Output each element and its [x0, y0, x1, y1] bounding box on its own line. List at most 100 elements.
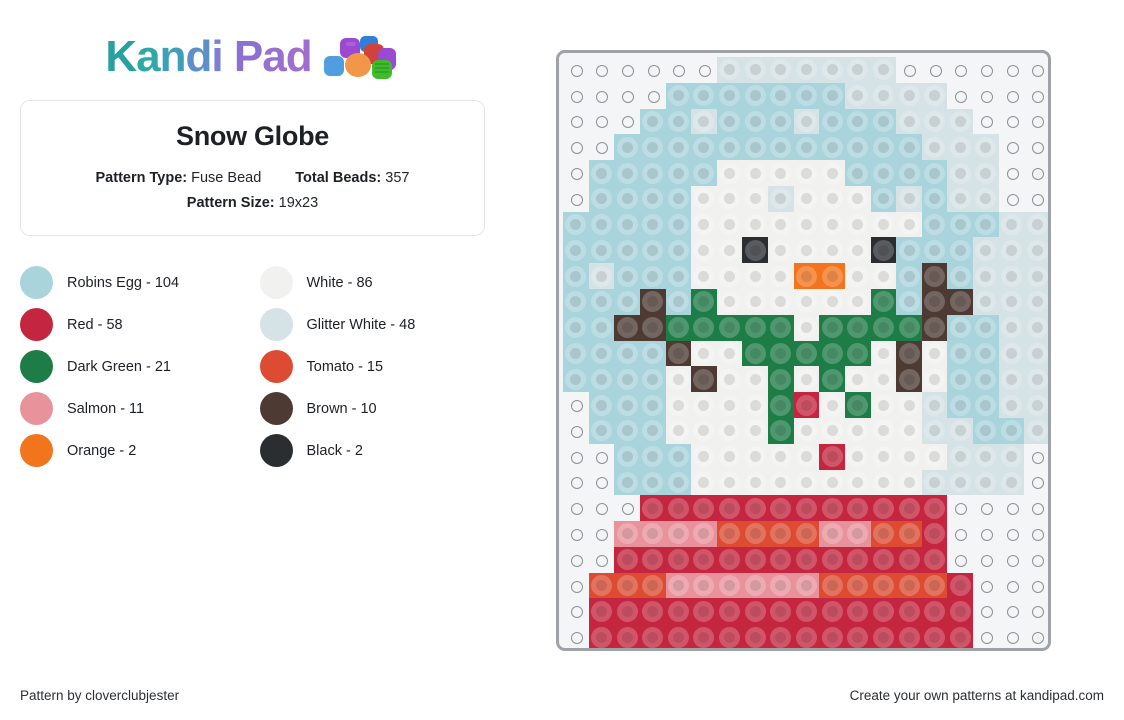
bead-cell[interactable] — [793, 289, 820, 315]
bead-cell-empty[interactable] — [563, 160, 589, 186]
bead-cell[interactable] — [870, 108, 897, 135]
bead-cell[interactable] — [896, 108, 922, 135]
bead-cell[interactable] — [742, 57, 769, 83]
bead-cell[interactable] — [998, 289, 1025, 315]
bead-cell[interactable] — [639, 624, 666, 648]
bead-cell-empty[interactable] — [563, 547, 589, 573]
bead-cell[interactable] — [947, 314, 974, 341]
bead-cell[interactable] — [844, 82, 871, 109]
bead-cell[interactable] — [896, 134, 922, 161]
legend-item[interactable]: Orange - 2 — [20, 430, 246, 472]
bead-cell-empty[interactable] — [973, 57, 999, 83]
bead-cell[interactable] — [870, 237, 897, 264]
bead-cell[interactable] — [973, 469, 999, 496]
bead-cell[interactable] — [819, 521, 845, 547]
legend-item[interactable]: Salmon - 11 — [20, 388, 246, 430]
bead-cell[interactable] — [768, 57, 794, 83]
bead-cell[interactable] — [921, 469, 948, 496]
bead-cell-empty[interactable] — [999, 134, 1025, 160]
bead-cell[interactable] — [844, 57, 871, 83]
bead-cell[interactable] — [973, 443, 999, 470]
bead-cell[interactable] — [819, 469, 845, 496]
legend-item[interactable]: Red - 58 — [20, 304, 246, 346]
bead-cell-empty[interactable] — [1024, 521, 1048, 547]
bead-cell-empty[interactable] — [666, 57, 692, 83]
bead-cell-empty[interactable] — [973, 598, 999, 624]
bead-cell[interactable] — [793, 495, 820, 522]
bead-cell[interactable] — [614, 546, 640, 573]
bead-cell-empty[interactable] — [589, 83, 615, 109]
bead-cell[interactable] — [614, 340, 640, 367]
bead-cell[interactable] — [691, 521, 717, 547]
bead-cell[interactable] — [793, 340, 820, 367]
bead-cell-empty[interactable] — [973, 624, 999, 648]
bead-cell[interactable] — [768, 134, 794, 161]
bead-cell[interactable] — [947, 392, 974, 418]
bead-cell[interactable] — [819, 82, 845, 109]
bead-cell[interactable] — [639, 598, 666, 625]
bead-cell[interactable] — [614, 598, 640, 625]
bead-cell-empty[interactable] — [563, 109, 589, 135]
bead-cell[interactable] — [896, 521, 922, 547]
bead-cell[interactable] — [665, 521, 692, 547]
bead-cell[interactable] — [691, 134, 717, 161]
bead-cell[interactable] — [844, 546, 871, 573]
bead-cell[interactable] — [947, 366, 974, 393]
bead-cell-empty[interactable] — [563, 57, 589, 83]
bead-cell-empty[interactable] — [973, 521, 999, 547]
bead-cell[interactable] — [614, 263, 640, 290]
bead-cell[interactable] — [870, 160, 897, 186]
bead-cell[interactable] — [614, 392, 640, 418]
bead-cell[interactable] — [742, 314, 769, 341]
bead-cell[interactable] — [742, 546, 769, 573]
bead-cell[interactable] — [819, 314, 845, 341]
bead-cell[interactable] — [639, 366, 666, 393]
bead-cell[interactable] — [742, 134, 769, 161]
bead-cell[interactable] — [896, 237, 922, 264]
bead-cell[interactable] — [716, 443, 743, 470]
bead-cell[interactable] — [716, 392, 743, 418]
bead-cell[interactable] — [844, 366, 871, 393]
bead-cell[interactable] — [896, 392, 922, 418]
bead-cell[interactable] — [819, 624, 845, 648]
bead-cell[interactable] — [691, 314, 717, 341]
bead-cell[interactable] — [947, 624, 974, 648]
bead-cell[interactable] — [639, 521, 666, 547]
bead-cell-empty[interactable] — [1024, 470, 1048, 496]
bead-cell[interactable] — [768, 185, 794, 212]
bead-cell[interactable] — [742, 160, 769, 186]
bead-cell[interactable] — [665, 134, 692, 161]
bead-cell[interactable] — [691, 289, 717, 315]
bead-cell-empty[interactable] — [589, 134, 615, 160]
bead-cell[interactable] — [742, 185, 769, 212]
bead-cell[interactable] — [614, 314, 640, 341]
bead-cell[interactable] — [691, 185, 717, 212]
bead-cell[interactable] — [870, 469, 897, 496]
bead-cell[interactable] — [639, 469, 666, 496]
bead-cell[interactable] — [588, 624, 615, 648]
bead-cell[interactable] — [793, 598, 820, 625]
bead-cell[interactable] — [870, 263, 897, 290]
bead-cell-empty[interactable] — [563, 186, 589, 212]
bead-cell[interactable] — [921, 211, 948, 238]
bead-cell[interactable] — [691, 546, 717, 573]
bead-cell-empty[interactable] — [973, 495, 999, 521]
bead-cell[interactable] — [870, 598, 897, 625]
bead-cell[interactable] — [742, 572, 769, 599]
bead-cell[interactable] — [998, 314, 1025, 341]
bead-cell[interactable] — [921, 598, 948, 625]
bead-cell[interactable] — [768, 572, 794, 599]
bead-cell[interactable] — [614, 624, 640, 648]
bead-cell[interactable] — [639, 572, 666, 599]
bead-cell[interactable] — [665, 108, 692, 135]
bead-cell[interactable] — [793, 417, 820, 444]
bead-cell-empty[interactable] — [589, 547, 615, 573]
bead-cell[interactable] — [793, 443, 820, 470]
bead-cell-empty[interactable] — [999, 624, 1025, 648]
bead-cell[interactable] — [870, 417, 897, 444]
bead-cell[interactable] — [563, 237, 589, 264]
bead-cell[interactable] — [870, 546, 897, 573]
bead-cell-empty[interactable] — [1024, 134, 1048, 160]
bead-cell[interactable] — [768, 340, 794, 367]
bead-cell[interactable] — [896, 366, 922, 393]
